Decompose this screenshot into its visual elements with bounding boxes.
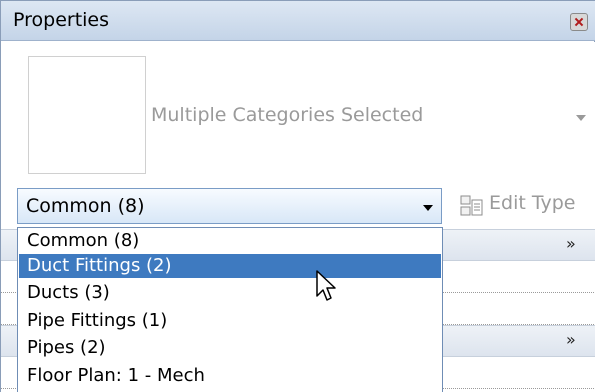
palette-title: Properties bbox=[13, 9, 110, 31]
edit-type-button[interactable]: Edit Type bbox=[489, 192, 575, 214]
dropdown-item-selected[interactable]: Duct Fittings (2) bbox=[19, 254, 441, 278]
category-filter-list: Common (8) Duct Fittings (2) Ducts (3) P… bbox=[17, 227, 443, 392]
mouse-pointer-icon bbox=[316, 270, 336, 301]
filter-row: Common (8) Edit Type bbox=[1, 186, 595, 228]
chevron-down-icon[interactable] bbox=[423, 205, 433, 211]
category-filter-dropdown[interactable]: Common (8) bbox=[17, 188, 442, 224]
type-selector-label: Multiple Categories Selected bbox=[151, 104, 424, 126]
type-selector[interactable]: Multiple Categories Selected bbox=[1, 42, 595, 186]
close-icon[interactable] bbox=[570, 13, 588, 31]
dropdown-item[interactable]: Pipe Fittings (1) bbox=[19, 309, 441, 333]
type-preview-image bbox=[28, 56, 146, 174]
dropdown-item[interactable]: Ducts (3) bbox=[19, 281, 441, 305]
edit-type-icon bbox=[460, 195, 483, 216]
chevron-down-icon[interactable] bbox=[576, 115, 586, 121]
collapse-chevron-icon[interactable]: » bbox=[566, 332, 576, 348]
dropdown-item[interactable]: Pipes (2) bbox=[19, 336, 441, 360]
category-filter-value: Common (8) bbox=[26, 195, 145, 217]
properties-palette: Properties Multiple Categories Selected … bbox=[0, 0, 595, 392]
collapse-chevron-icon[interactable]: » bbox=[566, 236, 576, 252]
title-bar[interactable]: Properties bbox=[1, 1, 595, 41]
dropdown-item[interactable]: Common (8) bbox=[19, 229, 441, 253]
dropdown-item[interactable]: Floor Plan: 1 - Mech bbox=[19, 364, 441, 388]
